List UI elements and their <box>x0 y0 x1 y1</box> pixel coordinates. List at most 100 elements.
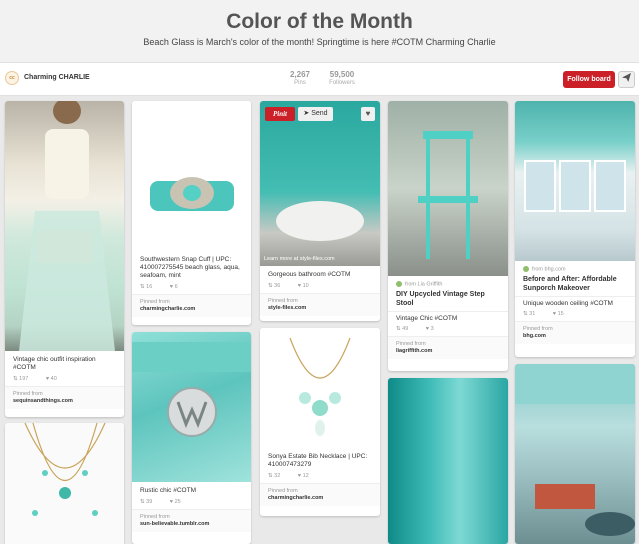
pin-source[interactable]: Pinned from sun-believable.tumblr.com <box>132 509 251 532</box>
bathtub-illustration <box>276 201 364 241</box>
board-owner-bar: cc Charming CHARLIE 2,267 Pins 59,500 Fo… <box>0 62 639 96</box>
pin-title[interactable]: Before and After: Affordable Sunporch Ma… <box>515 272 635 296</box>
pinned-from-label: Pinned from <box>13 391 43 397</box>
pin-card-snap-cuff[interactable]: Southwestern Snap Cuff | UPC: 4100072755… <box>132 101 251 325</box>
source-icon <box>523 266 529 272</box>
pin-card-porch-interior[interactable] <box>515 364 635 544</box>
paper-plane-icon[interactable] <box>618 71 635 88</box>
pin-source[interactable]: Pinned from bhg.com <box>515 321 635 345</box>
pin-description: Unique wooden ceiling #COTM <box>515 296 635 309</box>
outfit-illustration <box>19 101 115 351</box>
repin-count: ⇅ 49 <box>396 326 409 333</box>
pin-image-bathroom[interactable]: Pinit ➤ Send ♥ Learn more at style-files… <box>260 101 380 266</box>
pins-count-label: Pins <box>294 80 306 86</box>
source-domain[interactable]: sequinsandthings.com <box>13 398 116 404</box>
pin-image-teal-curtain[interactable] <box>388 378 508 544</box>
like-count: ♥ 12 <box>297 473 309 479</box>
source-icon <box>396 281 402 287</box>
repin-count: ⇅ 16 <box>140 284 153 290</box>
pin-image-snap-cuff[interactable] <box>132 101 251 251</box>
pin-source[interactable]: Pinned from liagriffith.com <box>388 336 508 360</box>
owner-name-link[interactable]: Charming CHARLIE <box>24 74 90 81</box>
source-domain[interactable]: style-files.com <box>268 305 372 311</box>
pinned-from-label: Pinned from <box>523 326 553 333</box>
source-domain[interactable]: sun-believable.tumblr.com <box>140 521 243 527</box>
pin-card-outfit[interactable]: Vintage chic outfit inspiration #COTM ⇅ … <box>5 101 124 417</box>
owner-avatar[interactable]: cc <box>5 71 19 85</box>
pin-stats: ⇅ 49 ♥ 3 <box>388 324 508 336</box>
stool-illustration <box>418 131 478 259</box>
source-domain[interactable]: charmingcharlie.com <box>268 495 372 501</box>
pinned-from-label: Pinned from <box>268 488 298 494</box>
pins-count[interactable]: 2,267 Pins <box>285 70 315 86</box>
pin-source[interactable]: Pinned from sequinsandthings.com <box>5 386 124 409</box>
pin-card-sunporch[interactable]: from bhg.com Before and After: Affordabl… <box>515 101 635 357</box>
source-domain[interactable]: bhg.com <box>523 333 627 339</box>
pin-card-vw-bus[interactable]: Rustic chic #COTM ⇅ 39 ♥ 25 Pinned from … <box>132 332 251 544</box>
board-title: Color of the Month <box>226 10 413 33</box>
repin-count: ⇅ 39 <box>140 499 153 505</box>
vw-emblem-illustration <box>132 342 251 437</box>
source-domain[interactable]: liagriffith.com <box>396 348 500 354</box>
pin-card-step-stool[interactable]: from Lia Griffith DIY Upcycled Vintage S… <box>388 101 508 371</box>
like-count: ♥ 25 <box>169 499 181 505</box>
pinned-from-label: Pinned from <box>396 341 426 348</box>
followers-count-label: Followers <box>329 80 355 86</box>
like-count: ♥ 15 <box>552 311 564 318</box>
sunporch-illustration <box>524 160 626 212</box>
pin-title[interactable]: DIY Upcycled Vintage Step Stool <box>388 287 508 311</box>
pin-via: from bhg.com <box>515 261 635 272</box>
pin-image-porch-interior[interactable] <box>515 364 635 544</box>
pinned-from-label: Pinned from <box>268 298 298 304</box>
pinned-from-label: Pinned from <box>140 299 170 305</box>
cuff-illustration <box>150 177 234 211</box>
repin-count: ⇅ 32 <box>268 473 281 479</box>
pin-image-layered-necklace[interactable] <box>5 423 124 544</box>
pin-description: Vintage chic outfit inspiration #COTM <box>13 356 96 371</box>
pin-stats: ⇅ 16 ♥ 6 <box>132 282 251 294</box>
pin-stats: ⇅ 197 ♥ 40 <box>5 374 124 386</box>
like-count: ♥ 40 <box>45 376 57 382</box>
pinned-from-label: Pinned from <box>140 514 170 520</box>
source-domain[interactable]: charmingcharlie.com <box>140 306 243 312</box>
learn-more-link[interactable]: Learn more at style-files.com <box>264 256 335 262</box>
pin-stats: ⇅ 32 ♥ 12 <box>260 471 380 483</box>
pin-description: Rustic chic #COTM <box>140 487 196 494</box>
pin-source[interactable]: Pinned from charmingcharlie.com <box>260 483 380 506</box>
pin-description: Vintage Chic #COTM <box>388 311 508 324</box>
pins-count-number: 2,267 <box>289 70 311 79</box>
layered-necklace-illustration <box>24 423 106 516</box>
pin-image-outfit[interactable] <box>5 101 124 351</box>
pin-source[interactable]: Pinned from style-files.com <box>260 293 380 316</box>
pin-card-teal-curtain[interactable] <box>388 378 508 544</box>
pin-it-button[interactable]: Pinit <box>265 107 295 121</box>
pin-image-bib-necklace[interactable] <box>260 328 380 448</box>
pin-via: from Lia Griffith <box>388 276 508 287</box>
repin-count: ⇅ 197 <box>13 376 29 382</box>
pin-card-bib-necklace[interactable]: Sonya Estate Bib Necklace | UPC: 4100074… <box>260 328 380 516</box>
pin-image-step-stool[interactable] <box>388 101 508 276</box>
pin-source[interactable]: Pinned from charmingcharlie.com <box>132 294 251 317</box>
pin-description: Southwestern Snap Cuff | UPC: 4100072755… <box>140 256 240 279</box>
pin-image-vw-bus[interactable] <box>132 332 251 482</box>
follow-board-button[interactable]: Follow board <box>563 71 615 88</box>
followers-count[interactable]: 59,500 Followers <box>325 70 359 86</box>
like-count: ♥ 10 <box>297 283 309 289</box>
pin-description: Gorgeous bathroom #COTM <box>268 271 351 278</box>
pin-description: Sonya Estate Bib Necklace | UPC: 4100074… <box>268 453 368 468</box>
porch-illustration <box>515 364 635 536</box>
pin-card-necklace-layered[interactable] <box>5 423 124 544</box>
board-header: Color of the Month Beach Glass is March'… <box>0 0 639 62</box>
pin-image-sunporch[interactable] <box>515 101 635 261</box>
pin-stats: ⇅ 31 ♥ 15 <box>515 309 635 321</box>
like-count: ♥ 6 <box>169 284 178 290</box>
bib-necklace-illustration <box>289 337 351 436</box>
followers-count-number: 59,500 <box>329 70 355 79</box>
pin-stats: ⇅ 36 ♥ 10 <box>260 281 380 293</box>
repin-count: ⇅ 36 <box>268 283 281 289</box>
repin-count: ⇅ 31 <box>523 311 536 318</box>
heart-icon[interactable]: ♥ <box>361 107 375 121</box>
like-count: ♥ 3 <box>425 326 434 333</box>
pin-card-bathroom[interactable]: Pinit ➤ Send ♥ Learn more at style-files… <box>260 101 380 321</box>
send-pin-button[interactable]: ➤ Send <box>298 107 333 121</box>
